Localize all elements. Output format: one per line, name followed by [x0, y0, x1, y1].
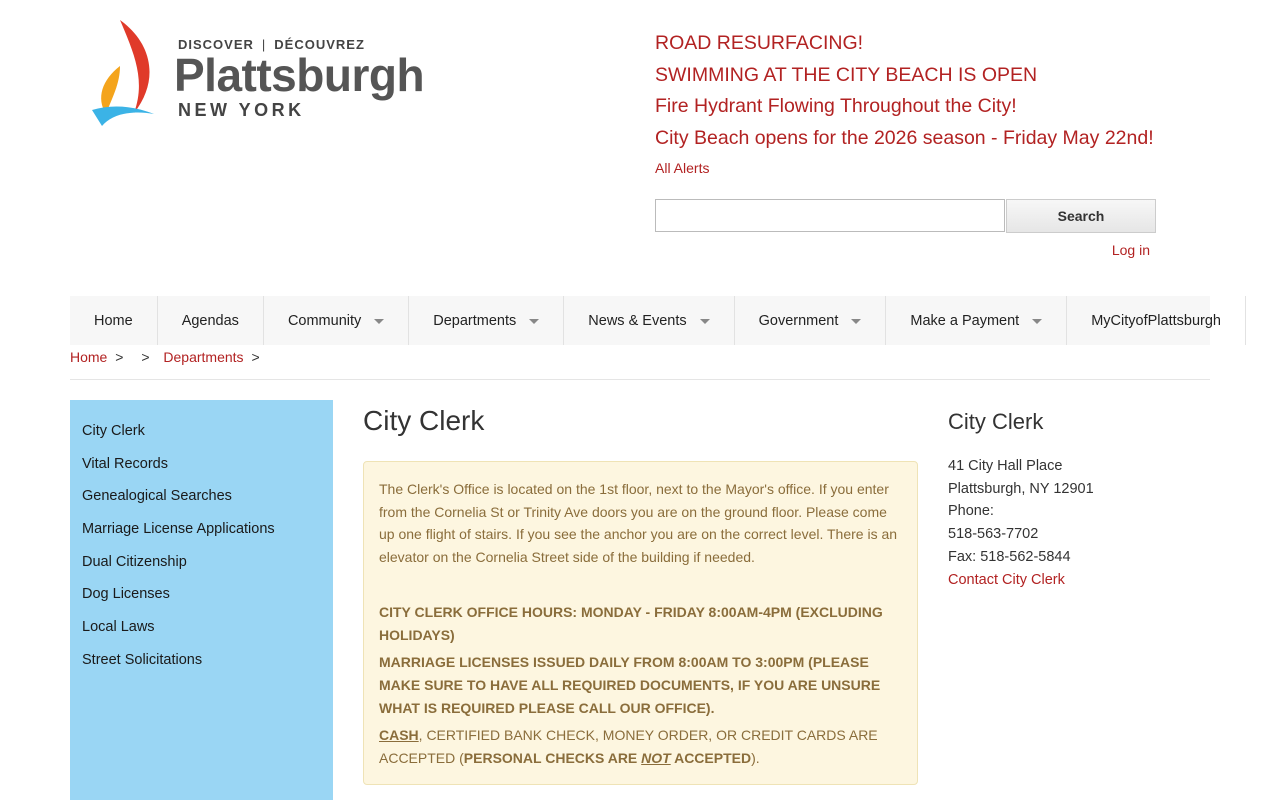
payment-text: CASH, CERTIFIED BANK CHECK, MONEY ORDER,… — [379, 727, 878, 767]
nav-home[interactable]: Home — [70, 296, 158, 345]
breadcrumb: Home > > Departments > — [70, 349, 264, 365]
sidebar-item-genealogical-searches[interactable]: Genealogical Searches — [70, 485, 333, 518]
contact-info: 41 City Hall Place Plattsburgh, NY 12901… — [948, 455, 1094, 591]
info-box: The Clerk's Office is located on the 1st… — [363, 461, 918, 785]
sail-logo-icon — [92, 20, 154, 126]
alerts-panel: ROAD RESURFACING! SWIMMING AT THE CITY B… — [655, 28, 1175, 176]
breadcrumb-separator: > — [141, 349, 150, 365]
site-logo[interactable]: DISCOVER | DÉCOUVREZ Plattsburgh NEW YORK — [90, 18, 430, 130]
contact-address-line1: 41 City Hall Place — [948, 458, 1063, 474]
nav-government[interactable]: Government — [735, 296, 887, 345]
nav-agendas[interactable]: Agendas — [158, 296, 264, 345]
office-location-text: The Clerk's Office is located on the 1st… — [379, 481, 898, 566]
nav-news-events[interactable]: News & Events — [564, 296, 735, 345]
contact-address-line2: Plattsburgh, NY 12901 — [948, 480, 1094, 497]
breadcrumb-separator: > — [115, 349, 124, 365]
contact-title: City Clerk — [948, 409, 1044, 434]
caret-down-icon — [374, 319, 385, 324]
search-input[interactable] — [655, 199, 1005, 232]
sidebar-item-street-solicitations[interactable]: Street Solicitations — [70, 649, 333, 682]
office-hours-text: CITY CLERK OFFICE HOURS: MONDAY - FRIDAY… — [379, 603, 883, 643]
sidebar-item-dog-licenses[interactable]: Dog Licenses — [70, 583, 333, 616]
contact-fax: Fax: 518-562-5844 — [948, 548, 1071, 565]
sidebar-item-local-laws[interactable]: Local Laws — [70, 616, 333, 649]
marriage-license-text: MARRIAGE LICENSES ISSUED DAILY FROM 8:00… — [379, 654, 881, 716]
alert-link[interactable]: ROAD RESURFACING! — [655, 28, 1175, 60]
alert-link[interactable]: City Beach opens for the 2026 season - F… — [655, 123, 1175, 155]
breadcrumb-home[interactable]: Home — [70, 349, 107, 365]
logo-city-name: Plattsburgh — [174, 49, 425, 101]
nav-mycityofplattsburgh[interactable]: MyCityofPlattsburgh — [1067, 296, 1246, 345]
nav-make-a-payment[interactable]: Make a Payment — [886, 296, 1068, 345]
alert-link[interactable]: SWIMMING AT THE CITY BEACH IS OPEN — [655, 60, 1175, 92]
contact-phone-label: Phone: — [948, 503, 994, 520]
caret-down-icon — [529, 319, 540, 324]
contact-phone: 518-563-7702 — [948, 526, 1039, 543]
page-title: City Clerk — [363, 405, 485, 436]
sidebar-item-dual-citizenship[interactable]: Dual Citizenship — [70, 551, 333, 584]
breadcrumb-departments[interactable]: Departments — [163, 349, 243, 365]
main-nav: Home Agendas Community Departments News … — [70, 296, 1246, 345]
contact-city-clerk-link[interactable]: Contact City Clerk — [948, 572, 1065, 588]
breadcrumb-separator: > — [251, 349, 260, 365]
search-button[interactable]: Search — [1006, 199, 1156, 233]
caret-down-icon — [699, 319, 710, 324]
caret-down-icon — [1032, 319, 1043, 324]
sidebar-item-marriage-license-applications[interactable]: Marriage License Applications — [70, 518, 333, 551]
login-link[interactable]: Log in — [1112, 242, 1150, 258]
caret-down-icon — [851, 319, 862, 324]
sidebar-item-city-clerk[interactable]: City Clerk — [70, 420, 333, 453]
alert-link[interactable]: Fire Hydrant Flowing Throughout the City… — [655, 91, 1175, 123]
logo-state-name: NEW YORK — [178, 100, 305, 120]
sidebar: City Clerk Vital Records Genealogical Se… — [70, 400, 333, 800]
sidebar-item-vital-records[interactable]: Vital Records — [70, 453, 333, 486]
payment-not: NOT — [641, 750, 671, 767]
payment-cash: CASH — [379, 727, 419, 744]
divider — [70, 379, 1210, 380]
nav-departments[interactable]: Departments — [409, 296, 565, 345]
all-alerts-link[interactable]: All Alerts — [655, 160, 1175, 176]
nav-community[interactable]: Community — [264, 296, 410, 345]
